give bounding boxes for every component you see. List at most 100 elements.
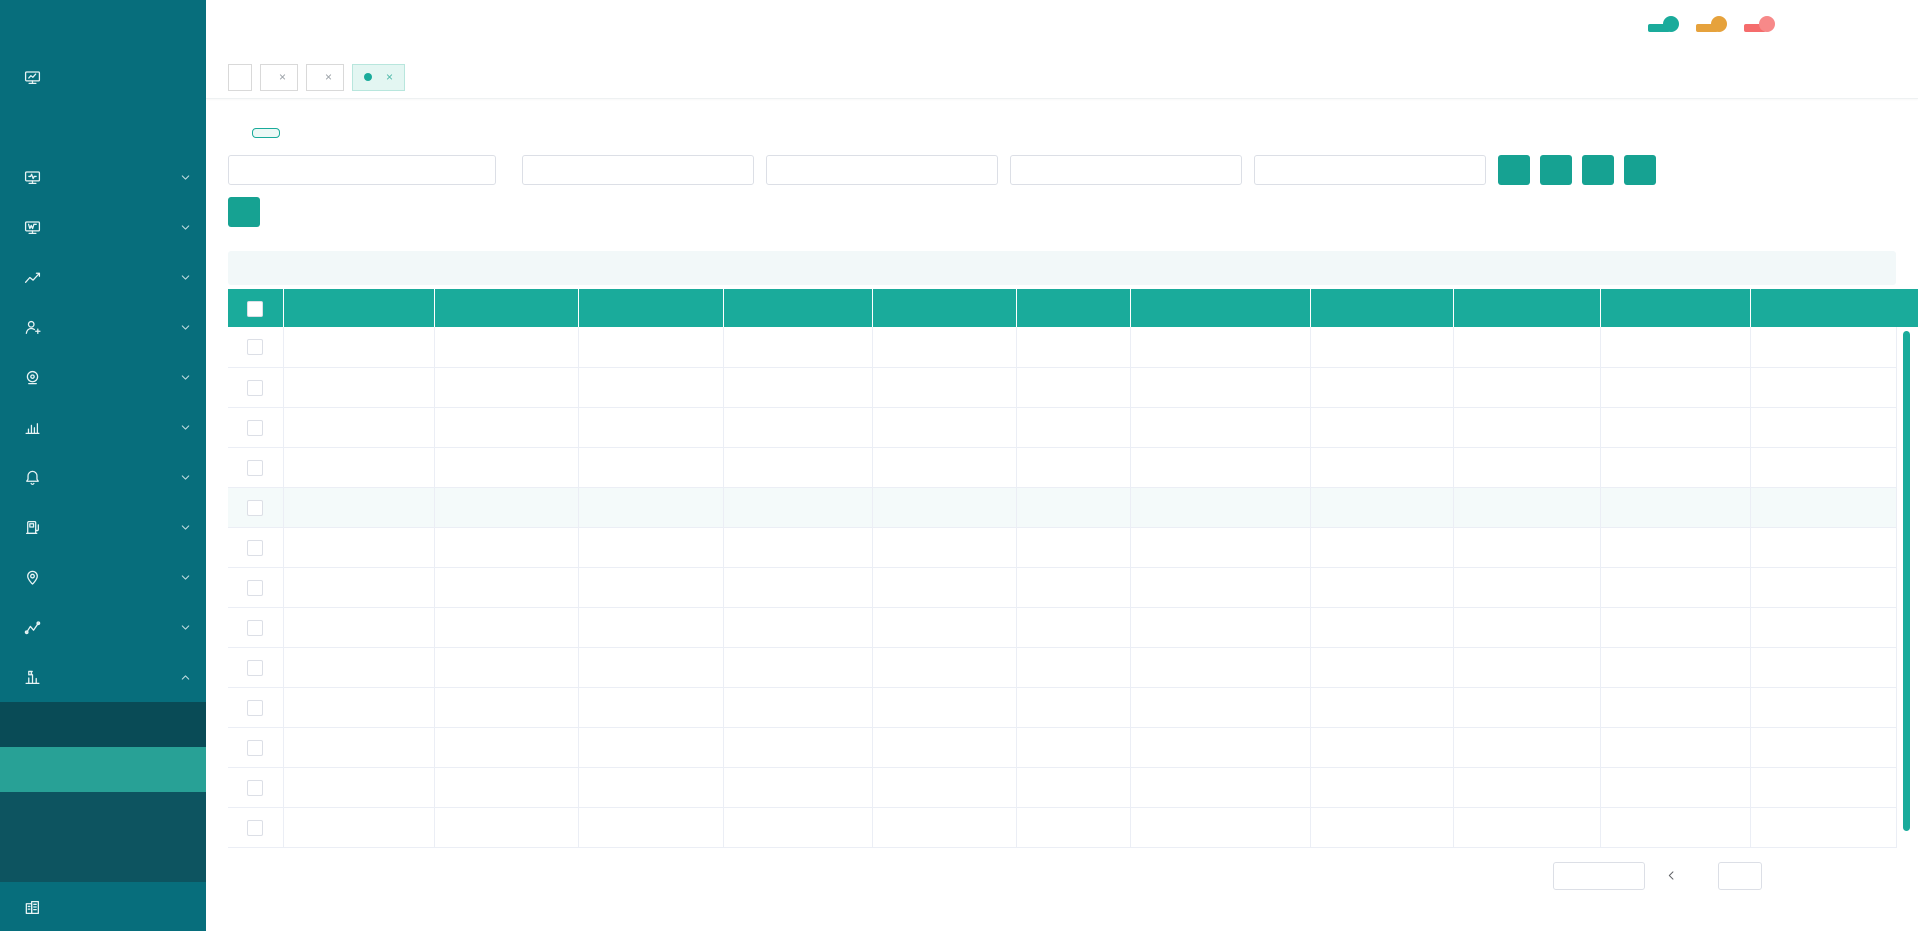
tab-order-overview[interactable]: × <box>352 64 405 91</box>
notice-badges <box>1648 24 1766 32</box>
sidebar-item-financial-report[interactable] <box>0 702 206 747</box>
column-header <box>723 289 872 327</box>
lighting-icon <box>24 569 42 586</box>
cell-status <box>1130 327 1310 367</box>
row-checkbox[interactable] <box>247 380 263 396</box>
select-all-checkbox[interactable] <box>247 301 263 317</box>
cell-order-type <box>723 687 872 727</box>
topbar <box>206 0 1918 56</box>
tab-home[interactable] <box>228 64 252 91</box>
sidebar-item-demand-analysis[interactable] <box>0 252 206 302</box>
batch-audit-button[interactable] <box>1540 155 1572 185</box>
sidebar-item-alarm-management[interactable] <box>0 452 206 502</box>
row-checkbox[interactable] <box>247 540 263 556</box>
orders-table-area <box>228 289 1896 848</box>
pay-type-select[interactable] <box>1010 155 1242 185</box>
vertical-scrollbar[interactable] <box>1903 331 1910 831</box>
cell-user <box>283 567 434 607</box>
cell-created <box>1600 647 1750 687</box>
cell-operator <box>1016 807 1130 847</box>
cell-operator <box>1016 447 1130 487</box>
row-checkbox[interactable] <box>247 420 263 436</box>
row-checkbox[interactable] <box>247 660 263 676</box>
row-checkbox[interactable] <box>247 700 263 716</box>
cell-operator <box>1016 487 1130 527</box>
order-type-select[interactable] <box>766 155 998 185</box>
tab-income-overview[interactable]: × <box>260 64 298 91</box>
sidebar-item-electric-safety[interactable] <box>0 152 206 202</box>
cell-sale-type <box>872 647 1016 687</box>
cell-sale-type <box>872 487 1016 527</box>
row-checkbox[interactable] <box>247 620 263 636</box>
username-field-wrap <box>522 155 754 185</box>
row-checkbox[interactable] <box>247 820 263 836</box>
sidebar-item-home[interactable] <box>0 52 206 102</box>
goto-page-input[interactable] <box>1718 862 1762 890</box>
sidebar-item-monitor-page[interactable] <box>0 352 206 402</box>
tab-template-management[interactable]: × <box>306 64 344 91</box>
row-checkbox[interactable] <box>247 780 263 796</box>
cell-actions <box>1750 567 1896 607</box>
notice-badge-1[interactable] <box>1696 24 1718 32</box>
close-icon[interactable]: × <box>279 71 286 83</box>
chevron-left-icon[interactable] <box>1665 869 1678 882</box>
column-header <box>1016 289 1130 327</box>
sale-type-select[interactable] <box>1254 155 1486 185</box>
page-size-select[interactable] <box>1553 862 1645 890</box>
cell-user <box>283 767 434 807</box>
date-range-picker[interactable] <box>228 155 496 185</box>
cell-issue-status <box>1310 807 1453 847</box>
row-checkbox[interactable] <box>247 740 263 756</box>
cell-operator <box>1016 767 1130 807</box>
cell-remark <box>1453 327 1600 367</box>
chevron-down-icon <box>179 321 192 334</box>
cell-amount <box>434 807 578 847</box>
import-button[interactable] <box>228 197 260 227</box>
switch-project-button[interactable] <box>252 128 280 138</box>
sidebar-item-income-overview[interactable] <box>0 792 206 837</box>
cell-operator <box>1016 567 1130 607</box>
row-checkbox[interactable] <box>247 500 263 516</box>
row-checkbox[interactable] <box>247 460 263 476</box>
sidebar-item-charging-pile[interactable] <box>0 502 206 552</box>
cell-actions <box>1750 607 1896 647</box>
sidebar-item-big-screen[interactable] <box>0 102 206 152</box>
cell-remark <box>1453 727 1600 767</box>
table-row <box>228 727 1896 767</box>
cell-status <box>1130 567 1310 607</box>
column-header <box>434 289 578 327</box>
cell-sale-type <box>872 727 1016 767</box>
sidebar-item-power-quality[interactable] <box>0 202 206 252</box>
chevron-down-icon <box>179 171 192 184</box>
close-icon[interactable]: × <box>325 71 332 83</box>
cell-created <box>1600 687 1750 727</box>
badge-count <box>1711 16 1727 32</box>
cell-amount <box>434 487 578 527</box>
cell-order-type <box>723 447 872 487</box>
username-input[interactable] <box>533 162 743 179</box>
sidebar-item-smart-lighting[interactable] <box>0 552 206 602</box>
notice-badge-2[interactable] <box>1744 24 1766 32</box>
cell-sale-type <box>872 767 1016 807</box>
sidebar-item-prepaid-management[interactable] <box>0 302 206 352</box>
sidebar-item-template-management[interactable] <box>0 837 206 882</box>
cell-remark <box>1453 687 1600 727</box>
row-checkbox[interactable] <box>247 580 263 596</box>
cell-created <box>1600 807 1750 847</box>
notice-badge-0[interactable] <box>1648 24 1670 32</box>
close-icon[interactable]: × <box>386 71 393 83</box>
energy-icon <box>24 419 42 436</box>
cell-status <box>1130 447 1310 487</box>
query-button[interactable] <box>1498 155 1530 185</box>
sidebar-item-energy-analysis[interactable] <box>0 402 206 452</box>
download-template-button[interactable] <box>1624 155 1656 185</box>
sidebar-item-financial-analysis[interactable] <box>0 652 206 702</box>
cell-status <box>1130 607 1310 647</box>
row-checkbox[interactable] <box>247 339 263 355</box>
column-header <box>1750 289 1896 327</box>
cell-order-type <box>723 407 872 447</box>
export-button[interactable] <box>1582 155 1614 185</box>
sidebar-item-order-overview[interactable] <box>0 747 206 792</box>
sidebar-item-operations-management[interactable] <box>0 602 206 652</box>
sidebar-item-user-report[interactable] <box>0 882 206 931</box>
